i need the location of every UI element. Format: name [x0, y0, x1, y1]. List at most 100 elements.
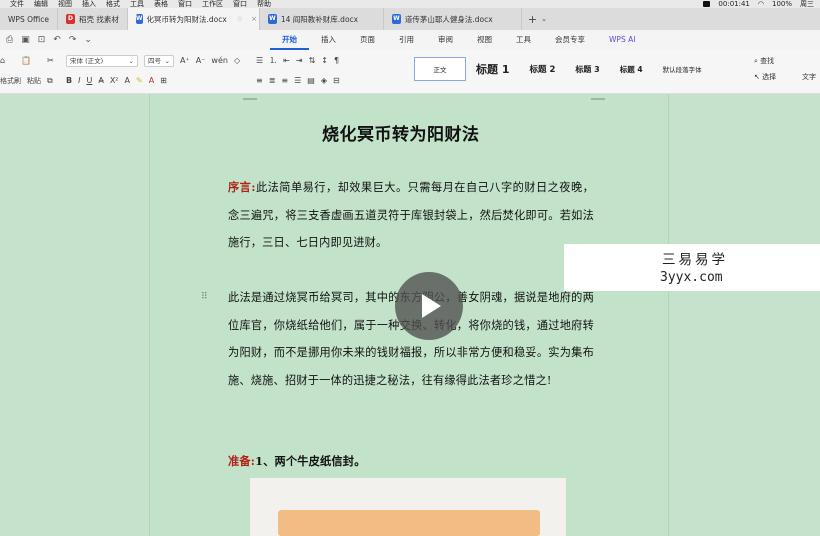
menu-file[interactable]: 文件	[10, 0, 24, 8]
tab-label: 稻壳 找素材	[78, 14, 119, 24]
preview-icon[interactable]: ⊡	[38, 35, 46, 45]
copy-icon[interactable]: ⧉	[47, 75, 53, 87]
close-icon[interactable]: ×	[251, 15, 257, 23]
menu-help[interactable]: 帮助	[257, 0, 271, 8]
drag-handle-icon[interactable]: ⠿	[201, 292, 208, 302]
clear-format-icon[interactable]: ◇	[234, 55, 240, 67]
record-icon[interactable]	[703, 1, 711, 7]
styles-gallery: 正文 标题 1 标题 2 标题 3 标题 4 默认段落字体	[414, 54, 744, 84]
bullet-list-icon[interactable]: ☰	[256, 55, 263, 67]
tab-document-3[interactable]: W 道传茅山耶人健身法.docx	[384, 8, 522, 30]
justify-icon[interactable]: ☰	[294, 75, 301, 87]
search-icon: ⌕	[754, 57, 758, 65]
menu-table[interactable]: 表格	[154, 0, 168, 8]
bold-icon[interactable]: B	[66, 75, 72, 87]
editing-group: ⌕ 查找 ↖ 选择	[754, 56, 776, 82]
align-center-icon[interactable]: ≣	[269, 75, 276, 87]
word-icon: W	[135, 14, 143, 24]
tab-docer[interactable]: D 稻壳 找素材	[58, 8, 128, 30]
record-time: 00:01:41	[718, 0, 750, 8]
star-icon[interactable]: ☆	[237, 15, 243, 23]
tab-membership[interactable]: 会员专享	[543, 30, 597, 50]
menu-workspace[interactable]: 工作区	[202, 0, 223, 8]
save-icon[interactable]: ▣	[21, 35, 30, 45]
cut-icon[interactable]: ✂	[47, 55, 54, 67]
new-tab-button[interactable]: + ⌄	[522, 8, 553, 30]
text-tools-button[interactable]: 文字	[802, 72, 816, 82]
preface-lead: 序言:	[228, 180, 256, 194]
redo-icon[interactable]: ↷	[69, 35, 77, 45]
menu-insert[interactable]: 插入	[82, 0, 96, 8]
text-effect-icon[interactable]: A	[125, 75, 130, 87]
paste-icon[interactable]: 📋	[21, 55, 31, 67]
chevron-down-icon[interactable]: ⌄	[84, 35, 92, 45]
menu-format[interactable]: 格式	[106, 0, 120, 8]
word-icon: W	[267, 14, 277, 24]
tab-home[interactable]: 开始	[270, 30, 309, 50]
envelope-image	[278, 510, 540, 536]
tab-tools[interactable]: 工具	[504, 30, 543, 50]
menu-window-2[interactable]: 窗口	[233, 0, 247, 8]
show-marks-icon[interactable]: ¶	[334, 55, 339, 67]
right-margin-strip	[806, 94, 820, 536]
font-name-select[interactable]: 宋体 (正文) ⌄	[66, 55, 138, 67]
style-default-paragraph-font[interactable]: 默认段落字体	[653, 57, 712, 81]
format-painter-icon[interactable]: ⌂	[0, 55, 5, 67]
font-color-icon[interactable]: A	[149, 75, 154, 87]
paragraph-preparation: 准备:1、两个牛皮纸信封。	[228, 448, 594, 476]
paste-label[interactable]: 粘贴	[27, 76, 41, 86]
find-button[interactable]: ⌕ 查找	[754, 56, 776, 66]
format-painter-label[interactable]: 格式刷	[0, 76, 21, 86]
font-size-value: 四号	[148, 57, 161, 65]
preparation-text: 1、两个牛皮纸信封。	[255, 454, 366, 468]
grow-font-icon[interactable]: A⁺	[180, 55, 190, 67]
tab-page[interactable]: 页面	[348, 30, 387, 50]
tab-active-document[interactable]: W 化冥币转为阳财法.docx ☆ ×	[127, 8, 260, 30]
highlight-icon[interactable]: ✎	[136, 75, 143, 87]
style-normal[interactable]: 正文	[414, 57, 466, 81]
select-button[interactable]: ↖ 选择	[754, 72, 776, 82]
superscript-icon[interactable]: X²	[110, 75, 119, 87]
tab-insert[interactable]: 插入	[309, 30, 348, 50]
menu-edit[interactable]: 编辑	[34, 0, 48, 8]
tab-wps-office[interactable]: WPS Office	[0, 8, 58, 30]
print-icon[interactable]: ⎙	[6, 35, 13, 45]
paragraph-group: ☰ ⒈ ⇤ ⇥ ⇅ ↕ ¶ ≡ ≣ ≡ ☰ ▤ ◈ ⊟	[256, 54, 340, 88]
font-group: 宋体 (正文) ⌄ 四号 ⌄ A⁺ A⁻ wén ◇ B I U A̶ X² A…	[66, 54, 240, 88]
menu-tools[interactable]: 工具	[130, 0, 144, 8]
line-spacing-icon[interactable]: ↕	[321, 55, 328, 67]
style-heading-4[interactable]: 标题 4	[610, 57, 653, 81]
tab-document-2[interactable]: W 14 阎阳教补财库.docx	[260, 8, 384, 30]
play-button[interactable]	[395, 272, 463, 340]
menu-window[interactable]: 窗口	[178, 0, 192, 8]
margin-marker-left	[243, 98, 257, 100]
increase-indent-icon[interactable]: ⇥	[296, 55, 303, 67]
italic-icon[interactable]: I	[78, 75, 80, 87]
style-heading-3[interactable]: 标题 3	[565, 57, 609, 81]
style-heading-2[interactable]: 标题 2	[519, 57, 565, 81]
undo-icon[interactable]: ↶	[53, 35, 61, 45]
tab-review[interactable]: 审阅	[426, 30, 465, 50]
phonetic-icon[interactable]: wén	[211, 55, 228, 67]
shrink-font-icon[interactable]: A⁻	[196, 55, 206, 67]
tab-wps-ai[interactable]: WPS AI	[597, 30, 647, 50]
align-left-icon[interactable]: ≡	[256, 75, 263, 87]
wifi-icon[interactable]: ◠	[758, 0, 764, 8]
menu-view[interactable]: 视图	[58, 0, 72, 8]
char-border-icon[interactable]: ⊞	[160, 75, 167, 87]
tab-view[interactable]: 视图	[465, 30, 504, 50]
shading-icon[interactable]: ◈	[321, 75, 327, 87]
distributed-icon[interactable]: ▤	[307, 75, 315, 87]
strikethrough-icon[interactable]: A̶	[98, 75, 103, 87]
tab-label: WPS Office	[8, 14, 49, 24]
sort-icon[interactable]: ⇅	[309, 55, 316, 67]
borders-icon[interactable]: ⊟	[333, 75, 340, 87]
align-right-icon[interactable]: ≡	[281, 75, 288, 87]
tab-label: 14 阎阳教补财库.docx	[280, 14, 359, 24]
tab-references[interactable]: 引用	[387, 30, 426, 50]
numbered-list-icon[interactable]: ⒈	[269, 55, 277, 67]
decrease-indent-icon[interactable]: ⇤	[283, 55, 290, 67]
underline-icon[interactable]: U	[86, 75, 92, 87]
font-size-select[interactable]: 四号 ⌄	[144, 55, 174, 67]
style-heading-1[interactable]: 标题 1	[466, 57, 519, 81]
